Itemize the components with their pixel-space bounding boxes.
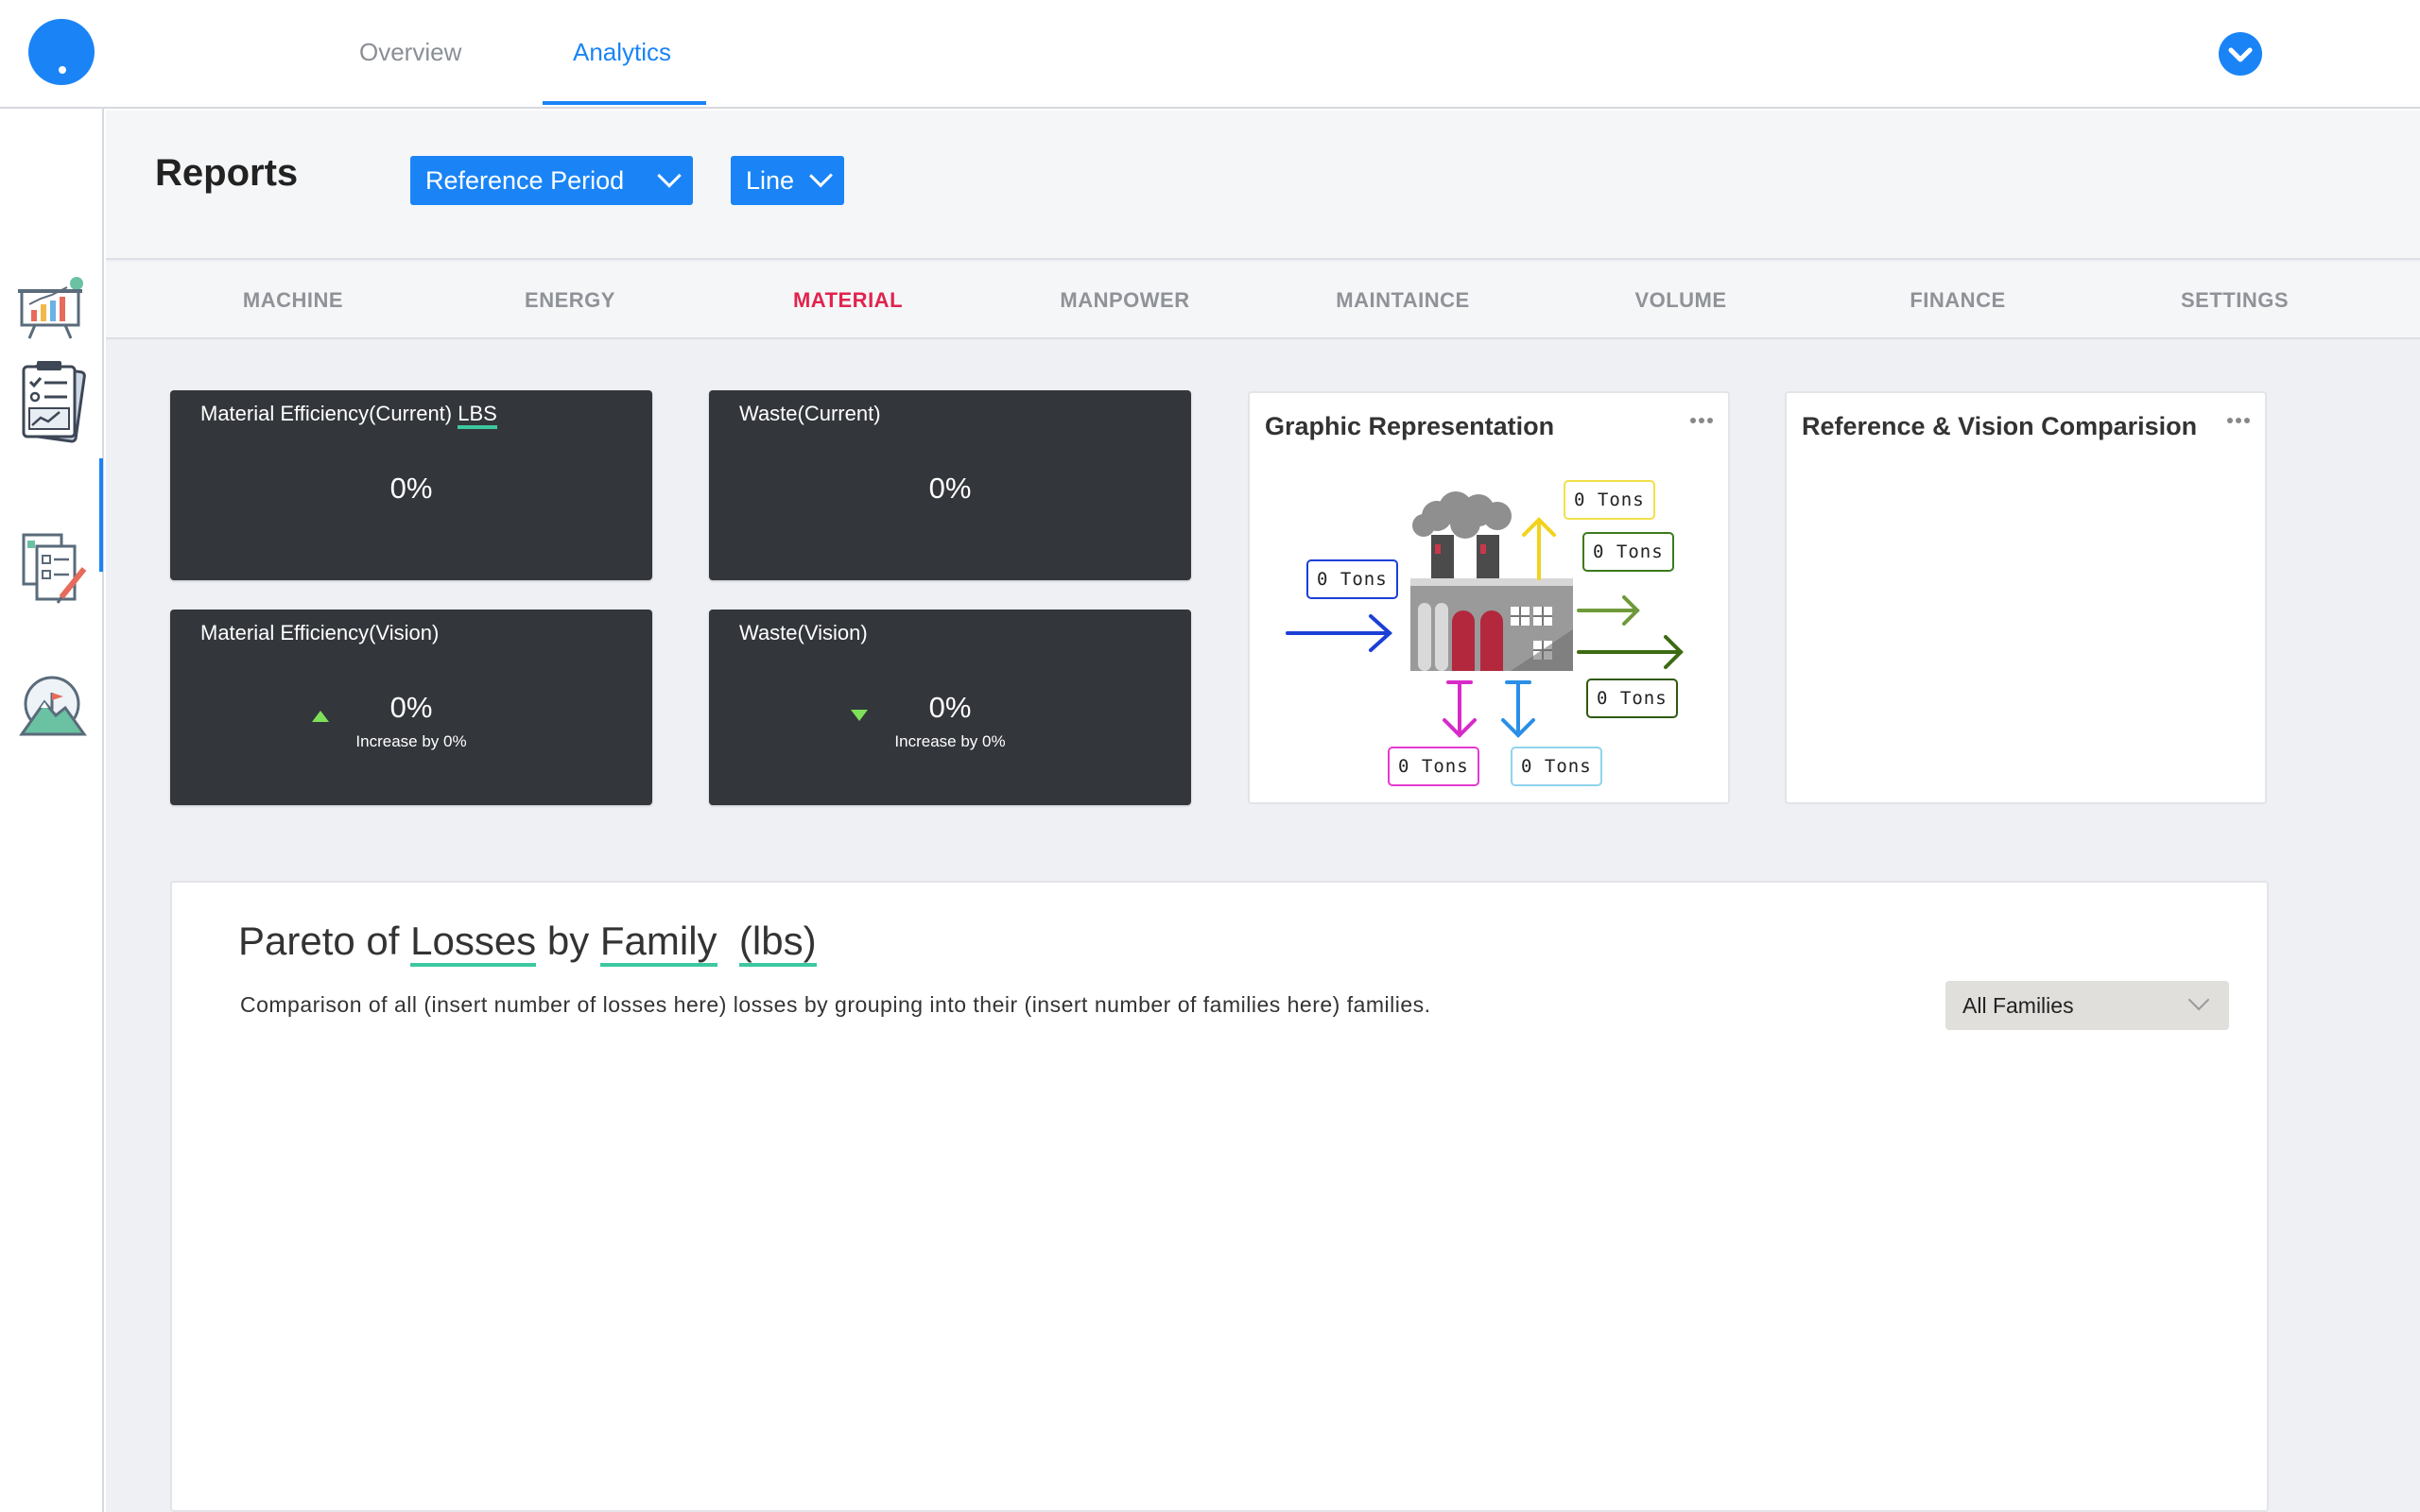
output-arrow-right bbox=[1577, 635, 1684, 669]
kpi-unit: LBS bbox=[458, 402, 497, 429]
smoke-cloud bbox=[1412, 491, 1512, 539]
title-part-family: Family bbox=[599, 919, 717, 967]
kpi-value: 0% bbox=[928, 472, 972, 505]
chimney bbox=[1477, 535, 1499, 582]
sidebar bbox=[0, 109, 104, 1512]
sidebar-item-presentation[interactable] bbox=[9, 260, 95, 354]
output-arrow-up bbox=[1522, 517, 1556, 580]
chevron-down-icon bbox=[2187, 988, 2210, 1011]
report-checklist-icon bbox=[22, 361, 86, 443]
pareto-description: Comparison of all (insert number of loss… bbox=[240, 992, 1431, 1017]
kpi-value: 0% bbox=[389, 691, 433, 724]
reference-period-label: Reference Period bbox=[425, 165, 625, 195]
sidebar-active-indicator bbox=[99, 458, 103, 572]
sidebar-item-edit-checklist[interactable] bbox=[9, 520, 95, 614]
kpi-title: Waste(Vision) bbox=[739, 621, 868, 644]
kpi-title-text: Material Efficiency(Current) bbox=[200, 402, 453, 425]
top-navbar: Overview Analytics bbox=[0, 0, 2420, 109]
tab-settings[interactable]: SETTINGS bbox=[2121, 288, 2348, 313]
bottom-left-tons-tag: 0 Tons bbox=[1388, 747, 1479, 786]
panel-title: Reference & Vision Comparision bbox=[1802, 412, 2198, 440]
presentation-chart-icon bbox=[18, 277, 83, 339]
right-bottom-tons-tag: 0 Tons bbox=[1586, 679, 1678, 718]
output-arrow-down bbox=[1501, 680, 1535, 738]
title-part bbox=[717, 919, 739, 963]
title-part-unit: (lbs) bbox=[738, 919, 817, 967]
tab-finance[interactable]: FINANCE bbox=[1844, 288, 2071, 313]
chimney bbox=[1431, 535, 1454, 582]
more-options-icon[interactable] bbox=[2227, 418, 2250, 423]
kpi-change-text: Increase by 0% bbox=[355, 732, 467, 750]
kpi-title: Material Efficiency(Current) LBS bbox=[200, 402, 497, 429]
kpi-title: Waste(Current) bbox=[739, 402, 881, 425]
tab-overview[interactable]: Overview bbox=[359, 38, 461, 67]
kpi-material-efficiency-vision: Material Efficiency(Vision) 0% Increase … bbox=[170, 610, 652, 805]
user-menu-button[interactable] bbox=[2219, 32, 2262, 76]
app-logo[interactable] bbox=[28, 19, 95, 85]
chevron-down-icon bbox=[2228, 47, 2253, 62]
edit-checklist-icon bbox=[22, 533, 87, 604]
top-tons-tag: 0 Tons bbox=[1564, 480, 1655, 520]
kpi-value: 0% bbox=[928, 691, 972, 724]
pareto-title: Pareto of Losses by Family (lbs) bbox=[238, 919, 817, 967]
kpi-change-text: Increase by 0% bbox=[894, 732, 1006, 750]
families-dropdown[interactable]: All Families bbox=[1945, 981, 2229, 1030]
chevron-down-icon bbox=[809, 163, 833, 188]
tab-machine[interactable]: MACHINE bbox=[180, 288, 406, 313]
kpi-material-efficiency-current: Material Efficiency(Current) LBS 0% bbox=[170, 390, 652, 580]
chart-type-dropdown[interactable]: Line bbox=[731, 156, 844, 205]
title-part: by bbox=[536, 919, 600, 963]
title-part-losses: Losses bbox=[410, 919, 537, 967]
families-dropdown-label: All Families bbox=[1962, 992, 2074, 1018]
title-part: Pareto of bbox=[238, 919, 411, 963]
right-top-tons-tag: 0 Tons bbox=[1582, 532, 1674, 572]
bottom-right-tons-tag: 0 Tons bbox=[1511, 747, 1602, 786]
tab-energy[interactable]: ENERGY bbox=[457, 288, 683, 313]
input-arrow bbox=[1286, 614, 1392, 652]
output-arrow-right bbox=[1577, 595, 1640, 626]
tab-volume[interactable]: VOLUME bbox=[1567, 288, 1794, 313]
active-tab-indicator bbox=[543, 101, 706, 105]
chart-type-label: Line bbox=[746, 165, 795, 195]
graphic-representation-panel: Graphic Representation 0 Tons 0 Tons 0 T… bbox=[1248, 391, 1730, 804]
factory-flow-diagram bbox=[1286, 491, 1684, 738]
vision-mountain-icon bbox=[19, 676, 87, 736]
category-tabs: MACHINE ENERGY MATERIAL MANPOWER MAINTAI… bbox=[106, 262, 2420, 339]
tab-material[interactable]: MATERIAL bbox=[735, 288, 961, 313]
reference-period-dropdown[interactable]: Reference Period bbox=[410, 156, 693, 205]
output-arrow-down bbox=[1443, 680, 1477, 738]
kpi-title: Material Efficiency(Vision) bbox=[200, 621, 440, 644]
reference-vision-comparison-panel: Reference & Vision Comparision bbox=[1785, 391, 2267, 804]
sidebar-item-reports[interactable] bbox=[9, 354, 95, 449]
reports-header: Reports Reference Period Line bbox=[106, 111, 2420, 260]
tab-manpower[interactable]: MANPOWER bbox=[1011, 288, 1238, 313]
sidebar-item-vision[interactable] bbox=[9, 660, 95, 754]
kpi-waste-current: Waste(Current) 0% bbox=[709, 390, 1191, 580]
tab-maintaince[interactable]: MAINTAINCE bbox=[1289, 288, 1516, 313]
pareto-section: Pareto of Losses by Family (lbs) Compari… bbox=[170, 881, 2269, 1512]
tab-analytics[interactable]: Analytics bbox=[573, 38, 671, 67]
page-title: Reports bbox=[155, 152, 299, 194]
kpi-waste-vision: Waste(Vision) 0% Increase by 0% bbox=[709, 610, 1191, 805]
kpi-value: 0% bbox=[389, 472, 433, 505]
chevron-down-icon bbox=[657, 163, 682, 188]
input-tons-tag: 0 Tons bbox=[1306, 559, 1398, 599]
